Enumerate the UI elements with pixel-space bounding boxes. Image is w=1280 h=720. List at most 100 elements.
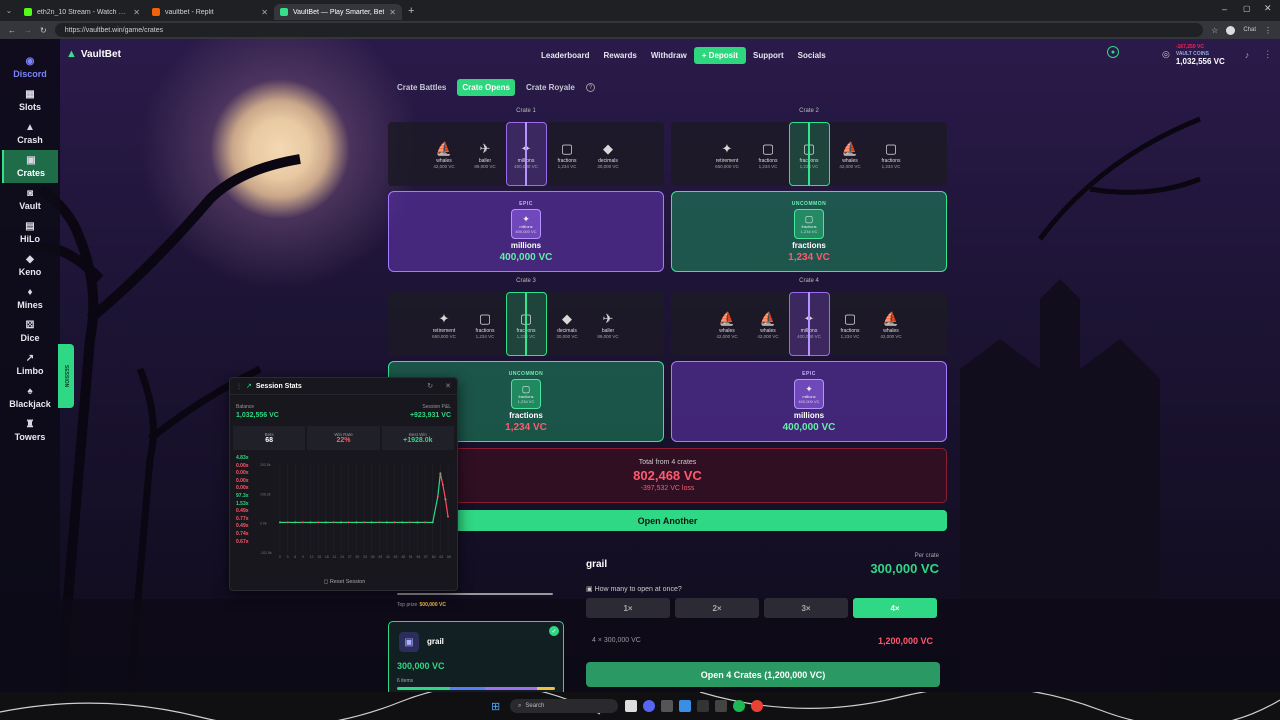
tab-close-icon[interactable]: ✕ <box>133 8 140 17</box>
sidebar-item-limbo[interactable]: ↗ Limbo <box>2 348 58 381</box>
sidebar-item-blackjack[interactable]: ♠ Blackjack <box>2 381 58 414</box>
browser-tab[interactable]: vaultbet - Replit ✕ <box>146 4 274 20</box>
browser-tab[interactable]: VaultBet — Play Smarter, Bet ✕ <box>274 4 402 20</box>
refresh-icon[interactable]: ↻ <box>427 382 433 390</box>
sidebar-item-hilo[interactable]: ▤ HiLo <box>2 216 58 249</box>
windows-start-icon[interactable]: ⊞ <box>491 700 500 713</box>
site-logo[interactable]: ▲ VaultBet <box>66 48 121 60</box>
nav-withdraw[interactable]: Withdraw <box>644 51 694 60</box>
terminal-app-icon[interactable] <box>697 700 709 712</box>
user-icon[interactable]: ● <box>1107 46 1119 58</box>
sidebar-item-crates[interactable]: ▣ Crates <box>2 150 58 183</box>
session-side-tab[interactable]: SESSION <box>58 344 74 408</box>
tab-crate-battles[interactable]: Crate Battles <box>392 79 451 96</box>
baller-item-icon: ✈ <box>602 310 614 326</box>
x-tick-label: 15 <box>317 555 321 559</box>
browser-app-icon[interactable] <box>679 700 691 712</box>
reel-item: ⛵ whales 42,000 VC <box>424 122 465 186</box>
menu-icon[interactable]: ⋮ <box>1264 26 1272 35</box>
quantity-1x[interactable]: 1× <box>586 598 670 618</box>
reel-item-value: 89,000 VC <box>597 333 619 339</box>
nav-leaderboard[interactable]: Leaderboard <box>534 51 596 60</box>
multiplier-entry: 97.3x <box>236 492 249 499</box>
drag-handle-icon[interactable]: ⋮ <box>236 383 242 390</box>
wallet-display[interactable]: ● ◎ -167,250 VC VAULT COINS 1,032,556 VC… <box>1107 44 1272 66</box>
forward-icon[interactable]: → <box>24 26 32 35</box>
fractions-item-icon: ▢ <box>884 140 898 156</box>
nav-rewards[interactable]: Rewards <box>596 51 643 60</box>
more-icon[interactable]: ⋮ <box>1263 49 1272 60</box>
tab-crate-opens[interactable]: Crate Opens <box>457 79 515 96</box>
reel-item-value: 650,000 VC <box>432 333 456 339</box>
data-point <box>363 521 365 524</box>
sidebar-item-towers[interactable]: ♜ Towers <box>2 414 58 447</box>
minimize-icon[interactable]: – <box>1222 4 1227 14</box>
tab-favicon-icon <box>280 8 288 16</box>
series-segment <box>432 496 439 523</box>
quantity-2x[interactable]: 2× <box>675 598 759 618</box>
help-icon[interactable]: ? <box>585 83 595 92</box>
tab-close-icon[interactable]: ✕ <box>261 8 268 17</box>
x-tick-label: 66 <box>447 555 451 559</box>
app-icon[interactable] <box>661 700 673 712</box>
browser-tab[interactable]: eth2n_10 Stream - Watch Live on Kick ✕ <box>18 4 146 20</box>
reset-session-button[interactable]: ◻ Reset Session <box>230 579 459 585</box>
crate-card-items: 6 items <box>397 678 414 684</box>
chat-label[interactable]: Chat <box>1243 27 1256 33</box>
chart-icon: ↗ <box>25 352 35 364</box>
x-tick-label: 27 <box>348 555 352 559</box>
selected-crate-card[interactable]: ▣ grail ✓ 300,000 VC 6 items <box>388 621 564 696</box>
mail-app-icon[interactable] <box>715 700 727 712</box>
sidebar-item-keno[interactable]: ◆ Keno <box>2 249 58 282</box>
sidebar-item-vault[interactable]: ◙ Vault <box>2 183 58 216</box>
total-label: Total from 4 crates <box>638 459 697 466</box>
top-prize-bar <box>397 593 553 595</box>
x-tick-label: 39 <box>378 555 382 559</box>
reel-item: ⛵ whales 42,000 VC <box>830 122 871 186</box>
reel-item-value: 89,000 VC <box>474 163 496 169</box>
url-field[interactable]: https://vaultbet.win/game/crates <box>54 23 1204 37</box>
tab-crate-royale[interactable]: Crate Royale <box>521 79 580 96</box>
address-bar-row: ← → ↻ https://vaultbet.win/game/crates ☆… <box>0 21 1280 39</box>
series-segment <box>437 473 441 497</box>
discord-app-icon[interactable] <box>643 700 655 712</box>
close-stats-icon[interactable]: ✕ <box>445 382 451 390</box>
quantity-3x[interactable]: 3× <box>764 598 848 618</box>
bell-icon[interactable]: ♪ <box>1245 50 1250 60</box>
reload-icon[interactable]: ↻ <box>40 26 47 35</box>
taskbar-search[interactable]: ⌕ Search <box>510 699 618 713</box>
reel-item-value: 42,000 VC <box>433 163 455 169</box>
back-icon[interactable]: ← <box>8 26 16 35</box>
tab-close-icon[interactable]: ✕ <box>389 8 396 17</box>
sidebar-item-dice[interactable]: ⚄ Dice <box>2 315 58 348</box>
open-crates-button[interactable]: Open 4 Crates (1,200,000 VC) <box>586 662 940 687</box>
sidebar-item-discord[interactable]: ◉ Discord <box>2 51 58 84</box>
sidebar-item-mines[interactable]: ♦ Mines <box>2 282 58 315</box>
task-view-icon[interactable] <box>625 700 637 712</box>
reel-item: ⛵ whales 42,000 VC <box>871 292 912 356</box>
result-value: 1,234 VC <box>505 421 547 433</box>
x-tick-label: 48 <box>401 555 405 559</box>
profile-icon[interactable] <box>1226 25 1236 35</box>
taskbar-app-icons <box>625 700 763 712</box>
deposit-button[interactable]: + Deposit <box>693 47 746 64</box>
crate-card-icon: ▣ <box>399 632 419 652</box>
reel-item: ◆ decimals 30,000 VC <box>588 122 629 186</box>
new-tab-icon[interactable]: + <box>408 5 414 17</box>
close-window-icon[interactable]: ✕ <box>1264 3 1272 14</box>
data-point <box>286 521 289 524</box>
reel-needle <box>525 122 527 186</box>
quantity-4x[interactable]: 4× <box>853 598 937 618</box>
spotify-app-icon[interactable] <box>733 700 745 712</box>
open-another-button[interactable]: Open Another <box>388 510 947 531</box>
chrome-app-icon[interactable] <box>751 700 763 712</box>
tab-title: VaultBet — Play Smarter, Bet <box>293 8 385 16</box>
nav-socials[interactable]: Socials <box>791 51 833 60</box>
data-point <box>441 483 444 486</box>
star-icon[interactable]: ☆ <box>1211 26 1218 35</box>
maximize-icon[interactable]: ▢ <box>1243 4 1251 13</box>
nav-support[interactable]: Support <box>746 51 791 60</box>
tab-list-icon[interactable]: ⌄ <box>0 6 18 15</box>
sidebar-item-crash[interactable]: ▲ Crash <box>2 117 58 150</box>
sidebar-item-slots[interactable]: ▦ Slots <box>2 84 58 117</box>
